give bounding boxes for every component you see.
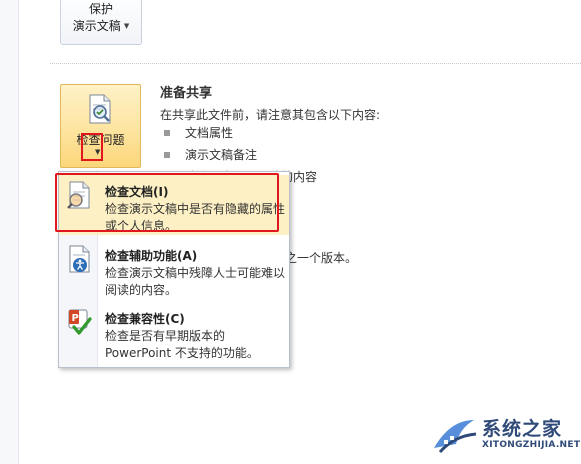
watermark-text: 系统之家 — [482, 418, 563, 440]
accessibility-icon — [69, 245, 90, 273]
menu-item-title: 检查辅助功能(A) — [105, 249, 198, 263]
prepare-sharing-description: 在共享此文件前，请注意其包含以下内容: — [160, 108, 381, 122]
menu-item-description: 检查演示文稿中残障人士可能难以阅读的内容。 — [105, 266, 286, 297]
versions-partial-text: 之一个版本。 — [285, 251, 358, 265]
prepare-sharing-title: 准备共享 — [160, 86, 213, 101]
menu-item-check-accessibility[interactable]: 检查辅助功能(A) 检查演示文稿中残障人士可能难以阅读的内容。 — [59, 239, 289, 299]
protect-label-line1: 保护 — [88, 2, 113, 16]
menu-item-check-compatibility[interactable]: P 检查兼容性(C) 检查是否有早期版本的 PowerPoint 不支持的功能。 — [59, 302, 289, 362]
menu-item-description: 检查是否有早期版本的 PowerPoint 不支持的功能。 — [105, 329, 259, 360]
watermark-logo-icon — [434, 420, 477, 454]
section-divider — [50, 63, 581, 64]
protect-label-line2: 演示文稿 ▼ — [72, 19, 130, 33]
protect-presentation-button[interactable]: 保护 演示文稿 ▼ — [60, 0, 142, 45]
compatibility-check-icon: P — [68, 309, 92, 335]
annotation-highlight-dropdown-arrow — [81, 133, 103, 161]
backstage-left-strip — [0, 0, 19, 464]
list-item: 文档属性 — [163, 122, 317, 144]
watermark: 系统之家 XITONGZHIJIA.NET — [430, 412, 581, 460]
menu-item-title: 检查兼容性(C) — [105, 312, 185, 326]
svg-text:P: P — [72, 313, 79, 324]
annotation-highlight-inspect-document — [55, 173, 279, 232]
list-item: 演示文稿备注 — [163, 144, 317, 166]
document-inspect-icon — [89, 94, 111, 124]
chevron-down-icon: ▼ — [123, 22, 130, 30]
watermark-url: XITONGZHIJIA.NET — [482, 440, 581, 450]
